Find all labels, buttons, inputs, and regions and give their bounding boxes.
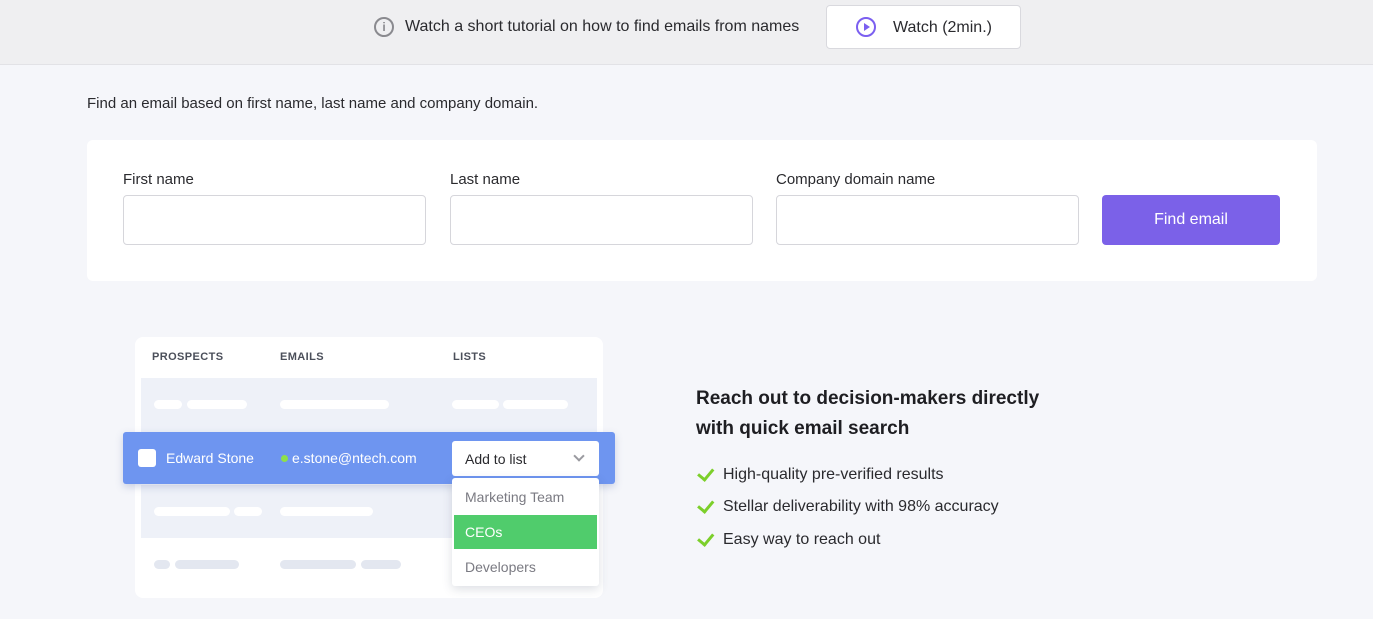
- placeholder-bar: [503, 400, 568, 409]
- prospect-email: e.stone@ntech.com: [292, 450, 417, 466]
- placeholder-bar: [280, 560, 356, 569]
- placeholder-bar: [234, 507, 262, 516]
- verified-status-dot: [281, 455, 288, 462]
- placeholder-row: [141, 378, 597, 432]
- add-to-list-label: Add to list: [465, 451, 527, 467]
- column-header-prospects: PROSPECTS: [152, 351, 224, 363]
- prospect-name: Edward Stone: [166, 450, 254, 466]
- column-header-emails: EMAILS: [280, 351, 324, 363]
- prospect-checkbox[interactable]: [138, 449, 156, 467]
- first-name-label: First name: [123, 171, 194, 188]
- promo-heading-line-1: Reach out to decision-makers directly: [696, 388, 1040, 409]
- intro-text: Find an email based on first name, last …: [87, 95, 539, 112]
- dropdown-option-ceos[interactable]: CEOs: [454, 515, 597, 549]
- play-icon: [856, 17, 876, 37]
- check-icon: [697, 463, 715, 482]
- find-email-button[interactable]: Find email: [1102, 195, 1280, 245]
- placeholder-bar: [175, 560, 239, 569]
- watch-tutorial-label: Watch (2min.): [893, 19, 992, 36]
- list-dropdown: Marketing Team CEOs Developers: [452, 478, 599, 586]
- promo-heading-line-2: with quick email search: [696, 418, 910, 439]
- placeholder-bar: [187, 400, 247, 409]
- info-icon: i: [374, 17, 394, 37]
- column-header-lists: LISTS: [453, 351, 487, 363]
- first-name-input[interactable]: [123, 195, 426, 245]
- feature-text: Stellar deliverability with 98% accuracy: [723, 498, 999, 515]
- email-finder-form: First name Last name Company domain name…: [87, 140, 1317, 281]
- last-name-label: Last name: [450, 171, 521, 188]
- check-icon: [697, 528, 715, 547]
- placeholder-bar: [280, 507, 373, 516]
- placeholder-bar: [361, 560, 401, 569]
- company-domain-input[interactable]: [776, 195, 1079, 245]
- placeholder-bar: [154, 560, 170, 569]
- placeholder-bar: [154, 507, 230, 516]
- chevron-down-icon: [573, 450, 585, 462]
- tutorial-text: Watch a short tutorial on how to find em…: [405, 18, 800, 35]
- placeholder-bar: [154, 400, 182, 409]
- placeholder-bar: [280, 400, 389, 409]
- highlighted-prospect-row[interactable]: Edward Stone e.stone@ntech.com Add to li…: [123, 432, 615, 484]
- placeholder-bar: [452, 400, 499, 409]
- check-icon: [697, 495, 715, 514]
- feature-text: High-quality pre-verified results: [723, 466, 944, 483]
- add-to-list-select[interactable]: Add to list: [452, 441, 599, 476]
- dropdown-option-developers[interactable]: Developers: [454, 550, 597, 584]
- promo-heading: Reach out to decision-makers directly wi…: [696, 384, 1076, 444]
- dropdown-option-marketing-team[interactable]: Marketing Team: [454, 480, 597, 514]
- last-name-input[interactable]: [450, 195, 753, 245]
- feature-text: Easy way to reach out: [723, 531, 881, 548]
- company-domain-label: Company domain name: [776, 171, 936, 188]
- watch-tutorial-button[interactable]: Watch (2min.): [826, 5, 1021, 49]
- tutorial-bar: i Watch a short tutorial on how to find …: [0, 0, 1373, 65]
